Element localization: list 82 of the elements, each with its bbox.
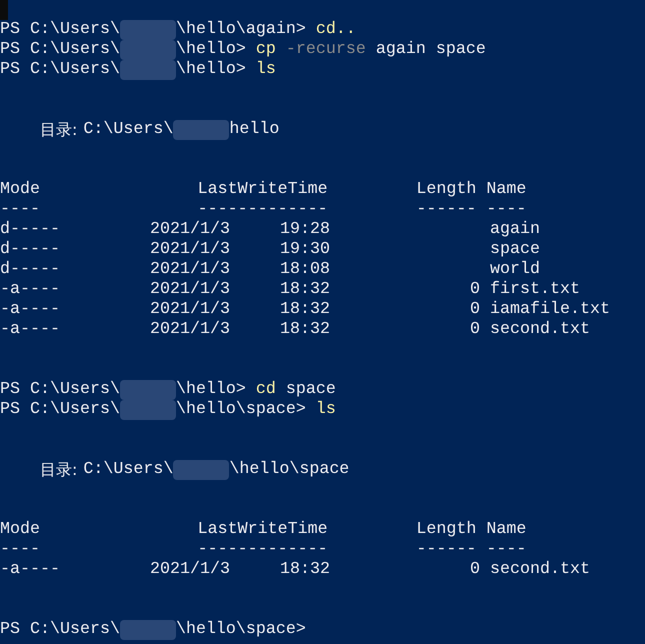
date-cell-text: 2021/1/3 [149, 280, 230, 300]
prompt-text: PS C:\Users\ [0, 400, 120, 420]
prompt-text: PS C:\Users\ [0, 20, 120, 40]
command-text: cd.. [316, 20, 356, 40]
mode-cell: -a---- [0, 300, 60, 320]
column-header: Name [486, 180, 526, 199]
date-cell-text: 2021/1/3 [149, 320, 230, 340]
header-rule: ------------- [198, 200, 328, 219]
time-cell-text: 18:32 [279, 320, 330, 340]
time-cell-text: 19:28 [279, 220, 330, 240]
column-header: LastWriteTime [198, 180, 328, 199]
command-text: cd [256, 380, 276, 400]
column-header: Mode [0, 520, 40, 539]
directory-label: 目录: [40, 460, 78, 480]
header-rule: ---- [486, 200, 526, 219]
name-cell: space [490, 240, 540, 260]
name-cell: iamafile.txt [490, 300, 610, 320]
prompt-text: \hello\space> [176, 400, 306, 420]
prompt-text: \hello> [176, 40, 246, 60]
mode-cell: d----- [0, 240, 60, 260]
prompt-text: PS C:\Users\ [0, 60, 120, 80]
argument-text: again space [376, 40, 486, 60]
name-cell: second.txt [490, 560, 590, 580]
name-cell: world [490, 260, 540, 280]
length-cell-text: 0 [469, 320, 480, 340]
directory-path: C:\Users\ [83, 460, 174, 480]
prompt-text: PS C:\Users\ [0, 620, 120, 640]
mode-cell: -a---- [0, 320, 60, 340]
redaction-blur [120, 20, 176, 40]
prompt-text: PS C:\Users\ [0, 40, 120, 60]
mode-cell: -a---- [0, 280, 60, 300]
length-cell-text: 0 [469, 280, 480, 300]
date-cell-text: 2021/1/3 [149, 260, 230, 280]
date-cell-text: 2021/1/3 [149, 300, 230, 320]
date-cell-text: 2021/1/3 [149, 560, 230, 580]
prompt-text: \hello\space> [176, 620, 306, 640]
length-cell-text: 0 [469, 300, 480, 320]
header-rule: ---- [486, 540, 526, 559]
length-cell-text: 0 [469, 560, 480, 580]
time-cell-text: 18:32 [279, 560, 330, 580]
redaction-blur [120, 400, 176, 420]
prompt-text: \hello> [176, 60, 246, 80]
command-text: ls [316, 400, 336, 420]
header-rule: ------ [416, 540, 476, 559]
mode-cell: -a---- [0, 560, 60, 580]
column-header: Mode [0, 180, 40, 199]
column-header: Length [416, 180, 476, 199]
time-cell-text: 18:32 [279, 300, 330, 320]
prompt-text: \hello\again> [176, 20, 306, 40]
redaction-blur [173, 460, 230, 480]
header-rule: ------------- [198, 540, 328, 559]
command-text: ls [256, 60, 276, 80]
redaction-blur [120, 60, 176, 80]
header-rule: ---- [0, 540, 40, 559]
redaction-blur [120, 380, 176, 400]
time-cell-text: 18:32 [279, 280, 330, 300]
parameter-text: -recurse [286, 40, 366, 60]
mode-cell: d----- [0, 260, 60, 280]
header-rule: ------ [416, 200, 476, 219]
time-cell-text: 19:30 [279, 240, 330, 260]
directory-path: hello [229, 120, 280, 140]
column-header: Length [416, 520, 476, 539]
command-text: cp [256, 40, 276, 60]
name-cell: second.txt [490, 320, 590, 340]
cursor-block [0, 0, 8, 20]
header-rule: ---- [0, 200, 40, 219]
argument-text: space [286, 380, 336, 400]
directory-path: \hello\space [229, 460, 350, 480]
redaction-blur [173, 120, 230, 140]
column-header: Name [486, 520, 526, 539]
mode-cell: d----- [0, 220, 60, 240]
time-cell-text: 18:08 [279, 260, 330, 280]
prompt-text: \hello> [176, 380, 246, 400]
name-cell: first.txt [490, 280, 580, 300]
directory-path: C:\Users\ [83, 120, 174, 140]
date-cell-text: 2021/1/3 [149, 220, 230, 240]
directory-label: 目录: [40, 120, 78, 140]
redaction-blur [120, 620, 176, 640]
date-cell-text: 2021/1/3 [149, 240, 230, 260]
column-header: LastWriteTime [198, 520, 328, 539]
name-cell: again [490, 220, 540, 240]
prompt-text: PS C:\Users\ [0, 380, 120, 400]
